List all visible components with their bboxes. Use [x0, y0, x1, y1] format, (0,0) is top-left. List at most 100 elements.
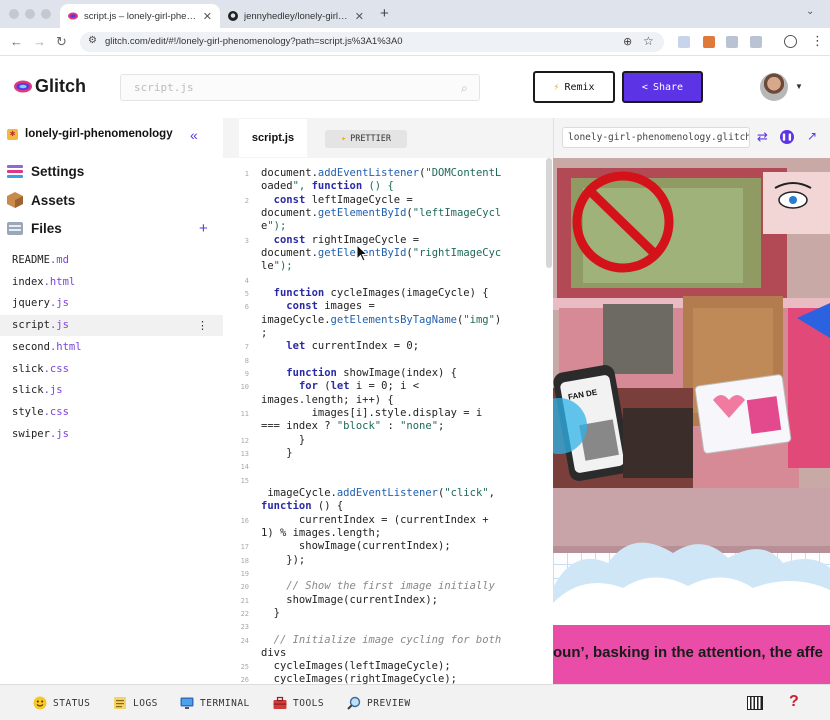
app-preview[interactable]: FAN DE oun’, basking in the attention, t… [553, 158, 830, 684]
glitch-logo[interactable]: Glitch [14, 76, 86, 97]
code-line[interactable]: document.addEventListener("DOMContentL [261, 167, 501, 180]
marquee-text: oun’, basking in the attention, the affe [553, 644, 824, 661]
code-line[interactable]: cycleImages(leftImageCycle); [261, 660, 451, 673]
back-arrow-icon[interactable]: ← [10, 34, 23, 49]
code-line[interactable]: // Initialize image cycling for both [261, 634, 502, 647]
browser-tab-title: script.js – lonely-girl-phenomenology [84, 10, 197, 22]
sidebar-item-settings[interactable]: Settings [6, 162, 84, 180]
file-item-slick-css[interactable]: slick.css [0, 359, 223, 380]
code-line[interactable]: document.getElementById("rightImageCyc [261, 247, 501, 260]
logs-button[interactable]: LOGS [113, 696, 158, 710]
browser-tab-github[interactable]: jennyhedley/lonely-girl-phenomenology ✕ [220, 4, 372, 28]
chevron-down-icon[interactable]: ▼ [795, 82, 803, 91]
file-options-icon[interactable]: ⋮ [197, 315, 208, 336]
file-search[interactable]: ⌕ [120, 74, 480, 101]
sidebar-item-files[interactable]: Files [6, 219, 62, 237]
editor-scrollbar[interactable] [546, 158, 552, 268]
window-close-control[interactable] [9, 9, 19, 19]
terminal-button[interactable]: TERMINAL [180, 696, 250, 710]
file-item-swiper-js[interactable]: swiper.js [0, 424, 223, 445]
code-line[interactable]: oaded", function () { [261, 180, 394, 193]
code-line[interactable]: const leftImageCycle = [261, 194, 413, 207]
code-line[interactable]: function () { [261, 500, 343, 513]
avatar[interactable] [760, 73, 788, 101]
preview-button[interactable]: PREVIEW [347, 696, 411, 710]
code-line[interactable]: le"); [261, 260, 293, 273]
code-line[interactable]: images[i].style.display = i [261, 407, 483, 420]
extensions-puzzle-icon[interactable] [750, 36, 762, 48]
code-line[interactable]: showImage(currentIndex); [261, 540, 451, 553]
code-line[interactable]: currentIndex = (currentIndex + [261, 514, 489, 527]
code-line[interactable]: images.length; i++) { [261, 394, 394, 407]
site-settings-icon[interactable]: ⚙ [88, 35, 97, 46]
share-button[interactable]: < Share [622, 71, 703, 103]
pause-preview-icon[interactable]: ❚❚ [780, 130, 794, 144]
code-line[interactable]: imageCycle.getElementsByTagName("img") [261, 314, 501, 327]
reload-icon[interactable]: ↻ [56, 34, 67, 50]
code-line[interactable]: divs [261, 647, 286, 660]
tab-script-js[interactable]: script.js [239, 119, 307, 157]
zoom-icon[interactable]: ⊕ [623, 35, 632, 48]
collapse-sidebar-icon[interactable]: « [190, 127, 198, 143]
file-item-jquery-js[interactable]: jquery.js [0, 293, 223, 314]
close-tab-icon[interactable]: ✕ [355, 10, 364, 23]
code-line[interactable]: document.getElementById("leftImageCycl [261, 207, 501, 220]
prettier-button[interactable]: ✦ PRETTIER [325, 130, 407, 148]
code-line[interactable]: let currentIndex = 0; [261, 340, 419, 353]
add-file-icon[interactable]: + [199, 220, 208, 237]
code-line[interactable]: === index ? "block" : "none"; [261, 420, 444, 433]
code-line[interactable]: // Show the first image initially [261, 580, 495, 593]
sparkle-icon: ✦ [340, 134, 347, 144]
code-line[interactable]: } [261, 434, 305, 447]
code-line[interactable]: } [261, 447, 292, 460]
window-zoom-control[interactable] [41, 9, 51, 19]
code-line[interactable]: }); [261, 554, 305, 567]
close-tab-icon[interactable]: ✕ [203, 10, 212, 23]
file-item-slick-js[interactable]: slick.js [0, 380, 223, 401]
new-tab-button[interactable]: + [380, 5, 389, 22]
code-line[interactable]: 1) % images.length; [261, 527, 381, 540]
preview-url-field[interactable]: lonely-girl-phenomenology.glitch.me [562, 127, 750, 148]
file-extension: .css [43, 405, 69, 418]
code-line[interactable]: const images = [261, 300, 375, 313]
code-line[interactable]: function showImage(index) { [261, 367, 457, 380]
tools-button[interactable]: TOOLS [273, 696, 324, 710]
bookmark-star-icon[interactable]: ☆ [643, 34, 654, 48]
file-item-style-css[interactable]: style.css [0, 402, 223, 423]
file-item-script-js[interactable]: script.js ⋮ [0, 315, 223, 337]
code-line[interactable]: function cycleImages(imageCycle) { [261, 287, 489, 300]
code-line[interactable]: for (let i = 0; i < [261, 380, 419, 393]
profile-icon[interactable] [784, 35, 797, 48]
file-item-second-html[interactable]: second.html [0, 337, 223, 358]
sidebar-item-assets[interactable]: Assets [6, 191, 75, 209]
code-line[interactable]: imageCycle.addEventListener("click", [261, 487, 495, 500]
extension-icon[interactable] [726, 36, 738, 48]
code-line[interactable]: e"); [261, 220, 286, 233]
search-input[interactable] [134, 81, 434, 94]
status-button[interactable]: STATUS [33, 696, 90, 710]
forward-arrow-icon[interactable]: → [33, 34, 46, 49]
code-line[interactable]: showImage(currentIndex); [261, 594, 438, 607]
line-number: 1 [244, 170, 249, 178]
piano-icon[interactable] [747, 696, 763, 710]
extension-fox-icon[interactable] [703, 36, 715, 48]
code-line[interactable]: cycleImages(rightImageCycle); [261, 673, 457, 684]
browser-tab-glitch[interactable]: script.js – lonely-girl-phenomenology ✕ [60, 4, 220, 28]
file-item-readme-md[interactable]: README.md [0, 250, 223, 271]
browser-menu-icon[interactable]: ⋮ [811, 33, 824, 49]
code-line[interactable]: const rightImageCycle = [261, 234, 419, 247]
code-editor[interactable]: 1 document.addEventListener("DOMContentL o… [223, 158, 553, 684]
help-button[interactable]: ? [789, 693, 799, 711]
url-text[interactable]: glitch.com/edit/#!/lonely-girl-phenomeno… [105, 36, 403, 47]
address-bar[interactable]: ⚙ glitch.com/edit/#!/lonely-girl-phenome… [80, 32, 664, 52]
chevron-down-icon[interactable]: ⌄ [806, 6, 820, 20]
code-line[interactable]: } [261, 607, 280, 620]
file-item-index-html[interactable]: index.html [0, 272, 223, 293]
reading-list-icon[interactable] [678, 36, 690, 48]
project-name[interactable]: ✱ lonely-girl-phenomenology [7, 128, 173, 140]
window-minimize-control[interactable] [25, 9, 35, 19]
code-line[interactable]: ; [261, 327, 267, 340]
pop-out-icon[interactable]: ↗ [807, 129, 817, 143]
remix-button[interactable]: ⚡ Remix [533, 71, 615, 103]
refresh-preview-icon[interactable]: ⇄ [757, 129, 768, 145]
